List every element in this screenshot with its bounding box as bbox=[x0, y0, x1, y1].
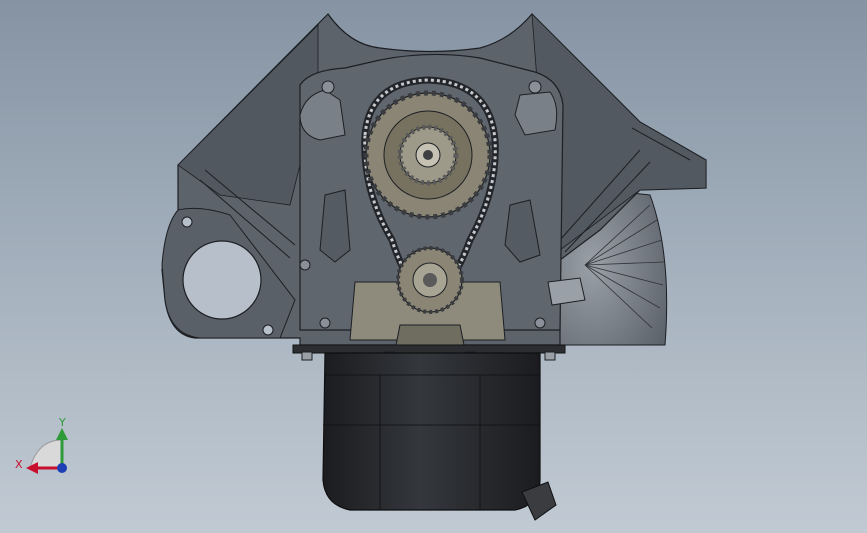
y-axis-label: Y bbox=[58, 416, 66, 429]
cover-bolt bbox=[534, 317, 546, 329]
cover-bolt bbox=[299, 259, 311, 271]
oil-pan bbox=[322, 352, 557, 521]
starter-bore bbox=[182, 240, 262, 320]
y-axis-arrow bbox=[56, 428, 68, 440]
cad-viewport[interactable]: Y X bbox=[0, 0, 867, 533]
pan-gasket bbox=[292, 344, 566, 354]
z-axis-dot bbox=[57, 463, 67, 473]
oil-pan-body bbox=[322, 352, 541, 511]
left-bank-face bbox=[177, 24, 319, 206]
cover-bolt bbox=[528, 80, 542, 94]
x-axis-label: X bbox=[15, 458, 23, 471]
bolt-hole bbox=[262, 324, 274, 336]
axis-triad: Y X bbox=[15, 416, 68, 474]
bolt-hole bbox=[181, 216, 193, 228]
cover-bolt bbox=[319, 317, 331, 329]
cover-bolt bbox=[321, 80, 335, 94]
sensor-boss bbox=[547, 277, 586, 306]
